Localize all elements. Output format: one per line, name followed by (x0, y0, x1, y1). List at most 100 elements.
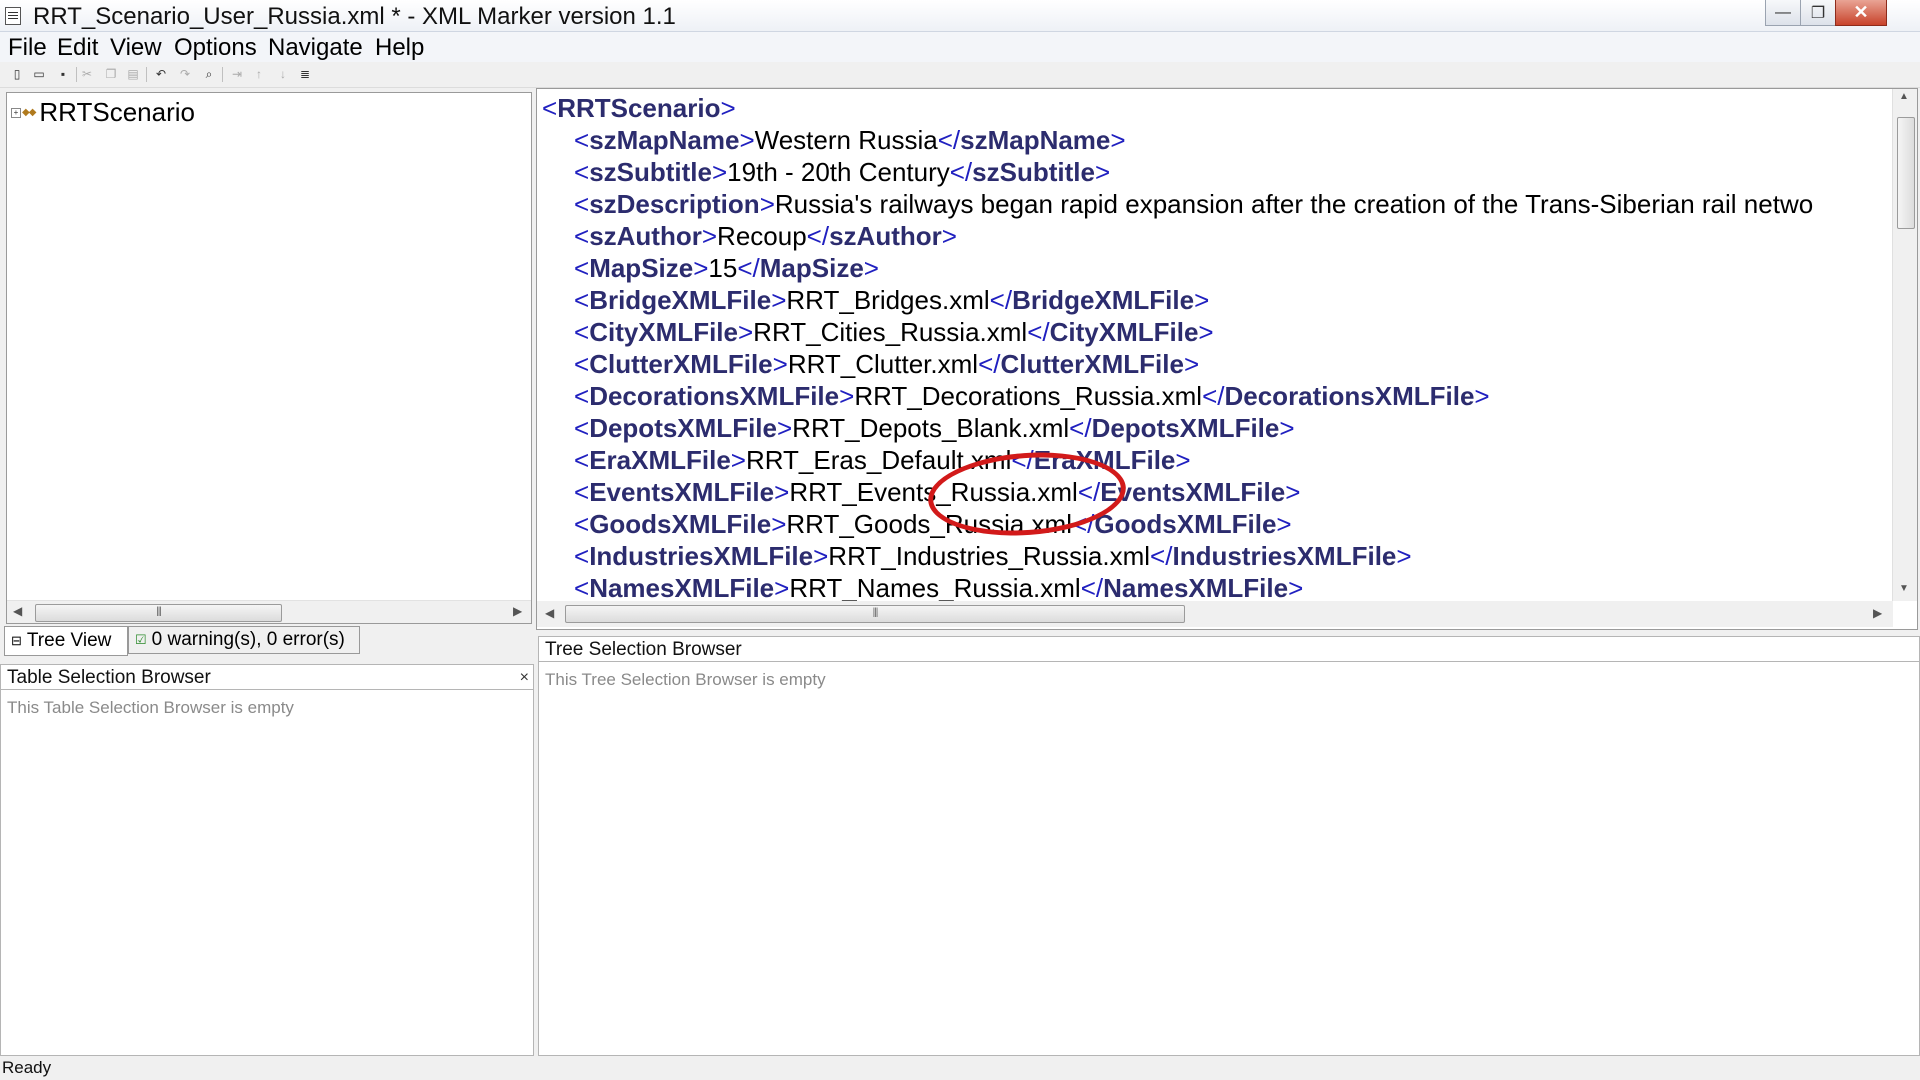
menu-help[interactable]: Help (375, 34, 424, 62)
scroll-up-icon[interactable]: ▲ (1899, 91, 1909, 102)
xml-line[interactable]: <ClutterXMLFile>RRT_Clutter.xml</Clutter… (574, 348, 1199, 380)
tree-view-pane[interactable]: + ◆◆ RRTScenario ◀ ||| ▶ (6, 92, 532, 624)
app-icon (5, 7, 21, 25)
xml-text-value: Western Russia (754, 125, 938, 155)
tag-bracket: > (1285, 477, 1301, 507)
table-selection-browser-header: Table Selection Browser × (0, 664, 534, 690)
tree-node-rrtscenario[interactable]: + ◆◆ RRTScenario (11, 97, 195, 128)
xml-tag-name: EraXMLFile (589, 445, 731, 475)
tag-bracket: </ (1080, 573, 1104, 602)
tag-bracket: < (574, 349, 590, 379)
tag-bracket: > (771, 285, 787, 315)
scroll-right-icon[interactable]: ▶ (1873, 606, 1882, 620)
tag-bracket: > (772, 349, 788, 379)
xml-text-value: Recoup (717, 221, 807, 251)
scroll-right-icon[interactable]: ▶ (513, 604, 522, 618)
scroll-down-icon[interactable]: ▼ (1899, 583, 1909, 594)
table-selection-browser[interactable]: This Table Selection Browser is empty (0, 690, 534, 1056)
tree-horizontal-scrollbar[interactable]: ◀ ||| ▶ (7, 600, 531, 623)
xml-text-view[interactable]: <RRTScenario> <szMapName>Western Russia</… (536, 88, 1918, 630)
find-icon[interactable]: ⌕ (202, 67, 216, 81)
paste-icon[interactable]: ▤ (126, 67, 140, 81)
save-icon[interactable]: ▪ (56, 67, 70, 81)
xml-close-tag-name: CityXMLFile (1049, 317, 1199, 347)
tree-icon: ⊟ (11, 633, 22, 648)
open-icon[interactable]: ▭ (32, 67, 46, 81)
tab-warnings[interactable]: ☑ 0 warning(s), 0 error(s) (128, 626, 360, 654)
xml-tag-name: DepotsXMLFile (589, 413, 777, 443)
expand-icon[interactable]: + (11, 107, 21, 118)
xml-close-tag-name: DepotsXMLFile (1091, 413, 1280, 443)
panel-title: Tree Selection Browser (545, 639, 742, 660)
tag-bracket: > (863, 253, 879, 283)
xml-tag-name: MapSize (589, 253, 694, 283)
xml-line[interactable]: <szAuthor>Recoup</szAuthor> (574, 220, 957, 252)
menu-bar: File Edit View Options Navigate Help (0, 32, 1920, 62)
xml-line[interactable]: <DecorationsXMLFile>RRT_Decorations_Russ… (574, 380, 1490, 412)
minimize-button[interactable]: — (1765, 0, 1801, 26)
tag-bracket: < (574, 509, 590, 539)
xml-tag-name: EventsXMLFile (589, 477, 775, 507)
menu-edit[interactable]: Edit (57, 34, 98, 62)
tag-bracket: < (574, 157, 590, 187)
toolbar: ▯ ▭ ▪ ✂ ❐ ▤ ↶ ↷ ⌕ ⇥ ↑ ↓ ≣ (0, 63, 1920, 88)
xml-line[interactable]: <szDescription>Russia's railways began r… (574, 188, 1813, 220)
move-up-icon[interactable]: ↑ (252, 67, 266, 81)
xml-tag-name: szSubtitle (589, 157, 712, 187)
indent-icon[interactable]: ⇥ (230, 67, 244, 81)
close-button[interactable]: ✕ (1835, 0, 1887, 26)
format-icon[interactable]: ≣ (298, 67, 312, 81)
xml-lines[interactable]: <RRTScenario> <szMapName>Western Russia</… (542, 90, 1892, 602)
menu-file[interactable]: File (8, 34, 47, 62)
tree-node-label[interactable]: RRTScenario (39, 97, 195, 128)
tag-bracket: > (1110, 125, 1126, 155)
xml-line[interactable]: <NamesXMLFile>RRT_Names_Russia.xml</Name… (574, 572, 1303, 602)
tag-bracket: </ (1069, 413, 1092, 443)
tag-bracket: > (1279, 413, 1295, 443)
xml-horizontal-scrollbar[interactable]: ◀ ||| ▶ (537, 601, 1893, 627)
xml-text-value: RRT_Names_Russia.xml (789, 573, 1081, 602)
xml-line[interactable]: <BridgeXMLFile>RRT_Bridges.xml</BridgeXM… (574, 284, 1209, 316)
menu-view[interactable]: View (110, 34, 162, 62)
xml-line[interactable]: <DepotsXMLFile>RRT_Depots_Blank.xml</Dep… (574, 412, 1295, 444)
xml-line[interactable]: <szMapName>Western Russia</szMapName> (574, 124, 1126, 156)
xml-close-tag-name: szAuthor (829, 221, 942, 251)
tag-bracket: > (774, 573, 790, 602)
xml-line[interactable]: <szSubtitle>19th - 20th Century</szSubti… (574, 156, 1110, 188)
scroll-thumb[interactable]: ||| (565, 605, 1185, 623)
xml-line[interactable]: <IndustriesXMLFile>RRT_Industries_Russia… (574, 540, 1412, 572)
undo-icon[interactable]: ↶ (154, 67, 168, 81)
tag-bracket: </ (806, 221, 830, 251)
tag-bracket: </ (949, 157, 973, 187)
copy-icon[interactable]: ❐ (104, 67, 118, 81)
tag-bracket: </ (737, 253, 760, 283)
scroll-thumb[interactable] (1897, 117, 1915, 229)
close-icon[interactable]: × (520, 665, 529, 691)
tag-bracket: > (693, 253, 709, 283)
tag-bracket: > (941, 221, 957, 251)
xml-line[interactable]: <RRTScenario> (542, 92, 736, 124)
xml-vertical-scrollbar[interactable]: ▲ ▼ (1892, 89, 1917, 601)
xml-close-tag-name: GoodsXMLFile (1094, 509, 1277, 539)
tag-bracket: < (574, 477, 590, 507)
xml-close-tag-name: ClutterXMLFile (1000, 349, 1184, 379)
tab-tree-view[interactable]: ⊟ Tree View (4, 626, 128, 656)
xml-text-value: RRT_Bridges.xml (786, 285, 990, 315)
xml-tag-name: DecorationsXMLFile (589, 381, 840, 411)
cut-icon[interactable]: ✂ (80, 67, 94, 81)
redo-icon[interactable]: ↷ (178, 67, 192, 81)
tree-selection-browser[interactable]: This Tree Selection Browser is empty (538, 662, 1920, 1056)
tag-bracket: > (1183, 349, 1200, 379)
menu-navigate[interactable]: Navigate (268, 34, 363, 62)
move-down-icon[interactable]: ↓ (276, 67, 290, 81)
new-file-icon[interactable]: ▯ (10, 67, 24, 81)
xml-line[interactable]: <CityXMLFile>RRT_Cities_Russia.xml</City… (574, 316, 1214, 348)
tag-bracket: > (1396, 541, 1412, 571)
restore-button[interactable]: ❐ (1800, 0, 1836, 26)
xml-line[interactable]: <MapSize>15</MapSize> (574, 252, 879, 284)
scroll-thumb[interactable]: ||| (35, 604, 282, 622)
scroll-left-icon[interactable]: ◀ (13, 604, 22, 618)
scroll-left-icon[interactable]: ◀ (545, 606, 554, 620)
menu-options[interactable]: Options (174, 34, 257, 62)
tag-bracket: < (574, 221, 590, 251)
